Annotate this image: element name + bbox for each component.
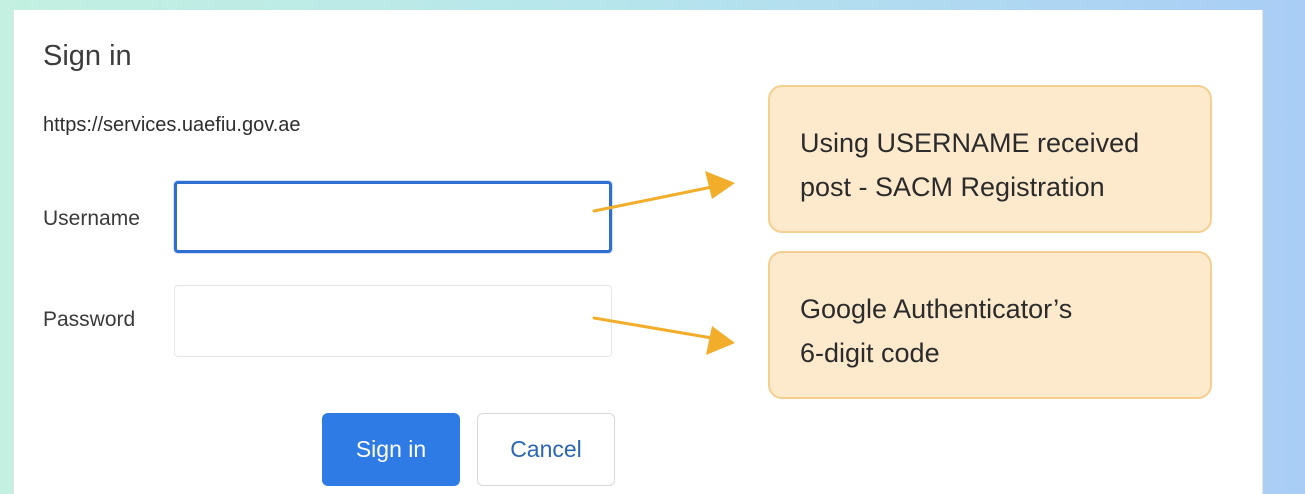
dialog-title: Sign in <box>43 40 132 72</box>
username-input[interactable] <box>174 181 612 253</box>
password-callout-line-1: Google Authenticator’s <box>800 294 1073 324</box>
sign-in-dialog: Sign in https://services.uaefiu.gov.ae U… <box>13 10 1263 494</box>
username-callout: Using USERNAME received post - SACM Regi… <box>768 85 1212 233</box>
username-label: Username <box>43 207 140 230</box>
cancel-button[interactable]: Cancel <box>477 413 615 486</box>
username-callout-line-1: Using USERNAME received <box>800 128 1140 158</box>
sign-in-button[interactable]: Sign in <box>322 413 460 486</box>
password-callout-line-2: 6-digit code <box>800 338 940 368</box>
password-label: Password <box>43 308 136 331</box>
password-callout: Google Authenticator’s 6-digit code <box>768 251 1212 399</box>
dialog-url: https://services.uaefiu.gov.ae <box>43 114 301 136</box>
username-callout-line-2: post - SACM Registration <box>800 172 1105 202</box>
password-input[interactable] <box>174 285 612 357</box>
